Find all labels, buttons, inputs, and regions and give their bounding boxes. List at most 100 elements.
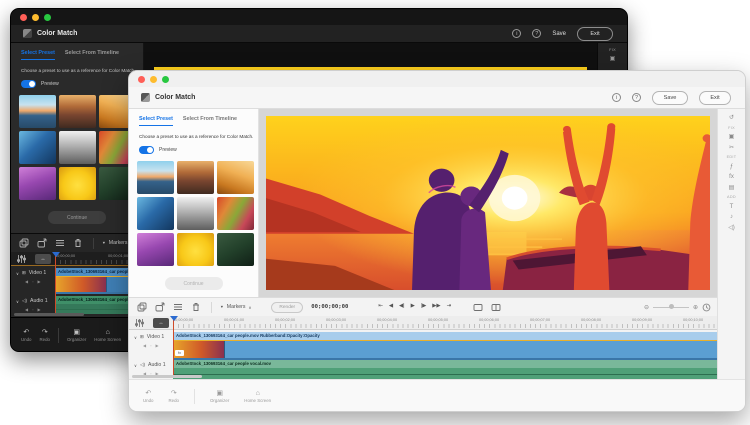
auto-fix-icon[interactable]: ▣ [610,56,616,62]
home-screen-button[interactable]: ⌂ Home Screen [244,390,271,403]
tab-select-from-timeline[interactable]: Select From Timeline [183,116,237,126]
preview-toggle[interactable] [21,80,36,88]
frame-forward-icon[interactable]: |▶ [421,304,427,309]
music-icon[interactable]: ♪ [730,214,733,220]
preset-purple-blossoms[interactable] [19,167,56,200]
info-icon[interactable]: i [512,29,521,38]
timeline-scrollbar[interactable] [132,375,202,378]
preset-bw-cathedral[interactable] [59,131,96,164]
preset-desert-road[interactable] [59,95,96,128]
delete-icon[interactable] [73,238,83,248]
home-screen-button[interactable]: ⌂ Home Screen [94,329,121,342]
auto-fix-icon[interactable]: ▣ [729,134,735,140]
preset-blue-feathers[interactable] [19,131,56,164]
preset-lake-sunrise[interactable] [137,161,174,194]
preset-lake-sunrise[interactable] [19,95,56,128]
add-media-icon[interactable] [19,238,29,248]
exit-button[interactable]: Exit [699,91,731,105]
minimize-button[interactable] [150,76,157,83]
adjust-icon[interactable]: ƒ [730,164,733,170]
video-clip[interactable]: AdobeStock_130693164_car people.mov Rubb… [173,332,717,360]
go-to-start-icon[interactable]: ⇤ [378,304,383,309]
redo-button[interactable]: ↷ Redo [169,390,180,403]
close-button[interactable] [20,14,27,21]
preset-yellow-flower[interactable] [177,233,214,266]
collapse-icon[interactable]: ∨ [16,271,19,276]
filmstrip-icon[interactable]: ▤ [729,185,735,191]
preset-blue-feathers[interactable] [137,197,174,230]
preset-flower-field[interactable] [217,197,254,230]
help-icon[interactable]: ? [532,29,541,38]
organizer-button[interactable]: ▣ Organizer [210,390,229,403]
playhead[interactable] [55,253,56,313]
collapse-icon[interactable]: ∨ [134,363,137,368]
tab-select-preset[interactable]: Select Preset [139,116,173,126]
minimize-button[interactable] [32,14,39,21]
audio-clip[interactable]: AdobeStock_130693164_car people vocal.mo… [173,360,717,380]
redo-button[interactable]: ↷ Redo [40,329,51,342]
prev-clip-icon[interactable]: ◀ [143,343,146,348]
audio-mixer-icon[interactable] [17,254,26,264]
exit-button[interactable]: Exit [577,27,613,41]
trim-tool-button[interactable]: ↔ [35,254,51,264]
track-list-icon[interactable] [173,302,183,312]
scissors-icon[interactable]: ✂ [729,145,734,151]
render-button[interactable]: Render [271,302,303,313]
preset-dune-rider[interactable] [217,161,254,194]
save-button[interactable]: Save [652,91,688,105]
collapse-icon[interactable]: ∨ [134,335,137,340]
zoom-button[interactable] [44,14,51,21]
audio-icon[interactable]: ◁) [728,225,735,231]
step-back-icon[interactable]: ◀ [389,304,393,309]
next-clip-icon[interactable]: ▶ [156,343,159,348]
playhead[interactable] [173,317,174,375]
preview-toggle[interactable] [139,146,154,154]
export-frame-icon[interactable] [155,302,165,312]
timeline-scrollbar[interactable] [14,313,84,316]
timeline-zoom-slider[interactable] [653,307,689,308]
delete-icon[interactable] [191,302,201,312]
next-clip-icon[interactable]: ▶ [38,307,41,312]
fast-forward-icon[interactable]: ▶▶ [432,304,440,309]
trim-tool-button[interactable]: ↔ [153,318,169,328]
duration-icon[interactable] [702,303,711,312]
zoom-button[interactable] [162,76,169,83]
preset-desert-road[interactable] [177,161,214,194]
save-button[interactable]: Save [552,31,566,37]
organizer-button[interactable]: ▣ Organizer [67,329,86,342]
preset-dark-ferns[interactable] [217,233,254,266]
prev-clip-icon[interactable]: ◀ [25,307,28,312]
export-frame-icon[interactable] [37,238,47,248]
go-to-end-icon[interactable]: ⇥ [447,304,452,309]
markers-dropdown[interactable]: ▼ Markers ∨ [220,304,251,310]
preset-yellow-flower[interactable] [59,167,96,200]
tab-select-from-timeline[interactable]: Select From Timeline [65,50,119,60]
text-icon[interactable]: T [730,204,734,210]
next-clip-icon[interactable]: ▶ [38,279,41,284]
tab-select-preset[interactable]: Select Preset [21,50,55,60]
video-preview-icon[interactable] [473,303,483,312]
frame-back-icon[interactable]: ◀| [399,304,405,309]
effects-icon[interactable]: fx [729,174,734,180]
prev-clip-icon[interactable]: ◀ [25,279,28,284]
preset-purple-blossoms[interactable] [137,233,174,266]
undo-button[interactable]: ↶ Undo [143,390,154,403]
collapse-icon[interactable]: ∨ [16,299,19,304]
audio-mixer-icon[interactable] [135,318,144,328]
close-button[interactable] [138,76,145,83]
zoom-in-icon[interactable]: ⊕ [693,304,698,311]
split-view-icon[interactable] [491,303,501,312]
undo-button[interactable]: ↶ Undo [21,329,32,342]
preset-bw-cathedral[interactable] [177,197,214,230]
info-icon[interactable]: i [612,93,621,102]
continue-button[interactable]: Continue [165,277,223,290]
help-icon[interactable]: ? [632,93,641,102]
add-media-icon[interactable] [137,302,147,312]
continue-button[interactable]: Continue [48,211,106,224]
play-icon[interactable]: ▶ [411,304,415,309]
zoom-slider-knob[interactable] [669,304,674,309]
track-list-icon[interactable] [55,238,65,248]
history-icon[interactable]: ↺ [729,115,734,121]
zoom-out-icon[interactable]: ⊖ [644,304,649,311]
timeline-ruler[interactable]: 00;00;00;0000;00;01;0000;00;02;0000;00;0… [129,316,717,330]
